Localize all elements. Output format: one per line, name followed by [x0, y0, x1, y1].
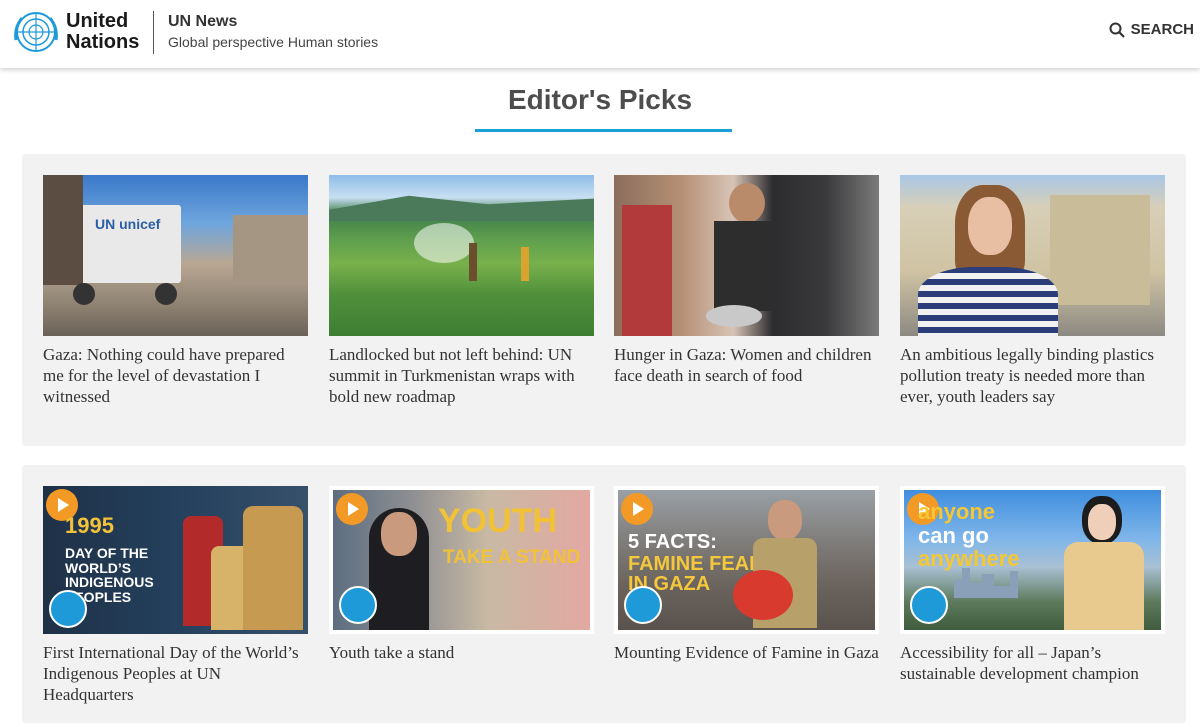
story-title[interactable]: Hunger in Gaza: Women and children face … — [614, 344, 879, 386]
story-image-gaza-children[interactable] — [614, 175, 879, 336]
brand-line-1: United — [66, 10, 129, 32]
video-card[interactable]: anyone can go anywhere Accessibility for… — [900, 486, 1165, 684]
video-title[interactable]: Mounting Evidence of Famine in Gaza — [614, 642, 879, 663]
un-logo-badge-icon — [339, 586, 377, 624]
un-logo-badge-icon — [910, 586, 948, 624]
editors-picks-stories: UN unicef Gaza: Nothing could have prepa… — [22, 154, 1186, 446]
video-link[interactable]: Youth take a stand — [329, 643, 454, 662]
story-card[interactable]: UN unicef Gaza: Nothing could have prepa… — [43, 175, 308, 407]
video-overlay-year: 1995 — [65, 513, 114, 538]
story-image-youth-leader[interactable] — [900, 175, 1165, 336]
play-icon[interactable] — [336, 493, 368, 525]
play-icon[interactable] — [621, 493, 653, 525]
un-emblem-icon[interactable] — [10, 10, 62, 54]
header-divider — [153, 11, 154, 54]
site-header: United Nations UN News Global perspectiv… — [0, 0, 1200, 68]
story-title[interactable]: Gaza: Nothing could have prepared me for… — [43, 344, 308, 407]
story-image-text: UN unicef — [95, 216, 161, 232]
site-name[interactable]: UN News — [168, 13, 237, 31]
video-thumbnail-famine-gaza[interactable]: 5 FACTS: FAMINE FEARED IN GAZA — [614, 486, 879, 634]
video-link[interactable]: Accessibility for all – Japan’s sustaina… — [900, 643, 1139, 683]
video-link[interactable]: First International Day of the World’s I… — [43, 643, 299, 704]
video-thumbnail-accessibility-japan[interactable]: anyone can go anywhere — [900, 486, 1165, 634]
video-link[interactable]: Mounting Evidence of Famine in Gaza — [614, 643, 879, 662]
video-thumbnail-youth-take-a-stand[interactable]: YOUTH TAKE A STAND — [329, 486, 594, 634]
video-card[interactable]: 5 FACTS: FAMINE FEARED IN GAZA Mounting … — [614, 486, 879, 663]
search-button[interactable]: SEARCH — [1109, 21, 1194, 38]
search-label: SEARCH — [1130, 21, 1194, 38]
un-logo-badge-icon — [49, 590, 87, 628]
video-overlay-big: YOUTH — [438, 502, 557, 540]
story-image-farm-irrigation[interactable] — [329, 175, 594, 336]
story-link[interactable]: An ambitious legally binding plastics po… — [900, 345, 1154, 406]
video-card[interactable]: YOUTH TAKE A STAND Youth take a stand — [329, 486, 594, 663]
story-title[interactable]: An ambitious legally binding plastics po… — [900, 344, 1165, 407]
video-overlay-line2: can go — [918, 523, 989, 548]
site-tagline: Global perspective Human stories — [168, 34, 379, 50]
video-card[interactable]: 1995 DAY OF THE WORLD’S INDIGENOUS PEOPL… — [43, 486, 308, 705]
story-link[interactable]: Hunger in Gaza: Women and children face … — [614, 345, 871, 385]
brand-name[interactable]: United Nations — [66, 11, 139, 53]
video-title[interactable]: Accessibility for all – Japan’s sustaina… — [900, 642, 1165, 684]
story-title[interactable]: Landlocked but not left behind: UN summi… — [329, 344, 594, 407]
video-overlay-small: TAKE A STAND — [443, 547, 581, 568]
video-title[interactable]: Youth take a stand — [329, 642, 594, 663]
video-thumbnail-indigenous-peoples[interactable]: 1995 DAY OF THE WORLD’S INDIGENOUS PEOPL… — [43, 486, 308, 634]
story-image-gaza-unicef-truck[interactable]: UN unicef — [43, 175, 308, 336]
story-card[interactable]: An ambitious legally binding plastics po… — [900, 175, 1165, 407]
video-overlay-line1: anyone — [918, 499, 996, 524]
story-link[interactable]: Landlocked but not left behind: UN summi… — [329, 345, 575, 406]
story-link[interactable]: Gaza: Nothing could have prepared me for… — [43, 345, 285, 406]
un-logo-badge-icon — [624, 586, 662, 624]
story-card[interactable]: Landlocked but not left behind: UN summi… — [329, 175, 594, 407]
video-overlay-line3: anywhere — [918, 546, 1020, 571]
section-title: Editor's Picks — [507, 84, 693, 115]
title-underline — [475, 129, 732, 132]
brand-line-2: Nations — [66, 31, 140, 53]
search-icon — [1109, 22, 1125, 38]
video-title[interactable]: First International Day of the World’s I… — [43, 642, 308, 705]
editors-picks-videos: 1995 DAY OF THE WORLD’S INDIGENOUS PEOPL… — [22, 465, 1186, 723]
story-card[interactable]: Hunger in Gaza: Women and children face … — [614, 175, 879, 386]
video-overlay-line1: 5 FACTS: — [628, 531, 717, 553]
